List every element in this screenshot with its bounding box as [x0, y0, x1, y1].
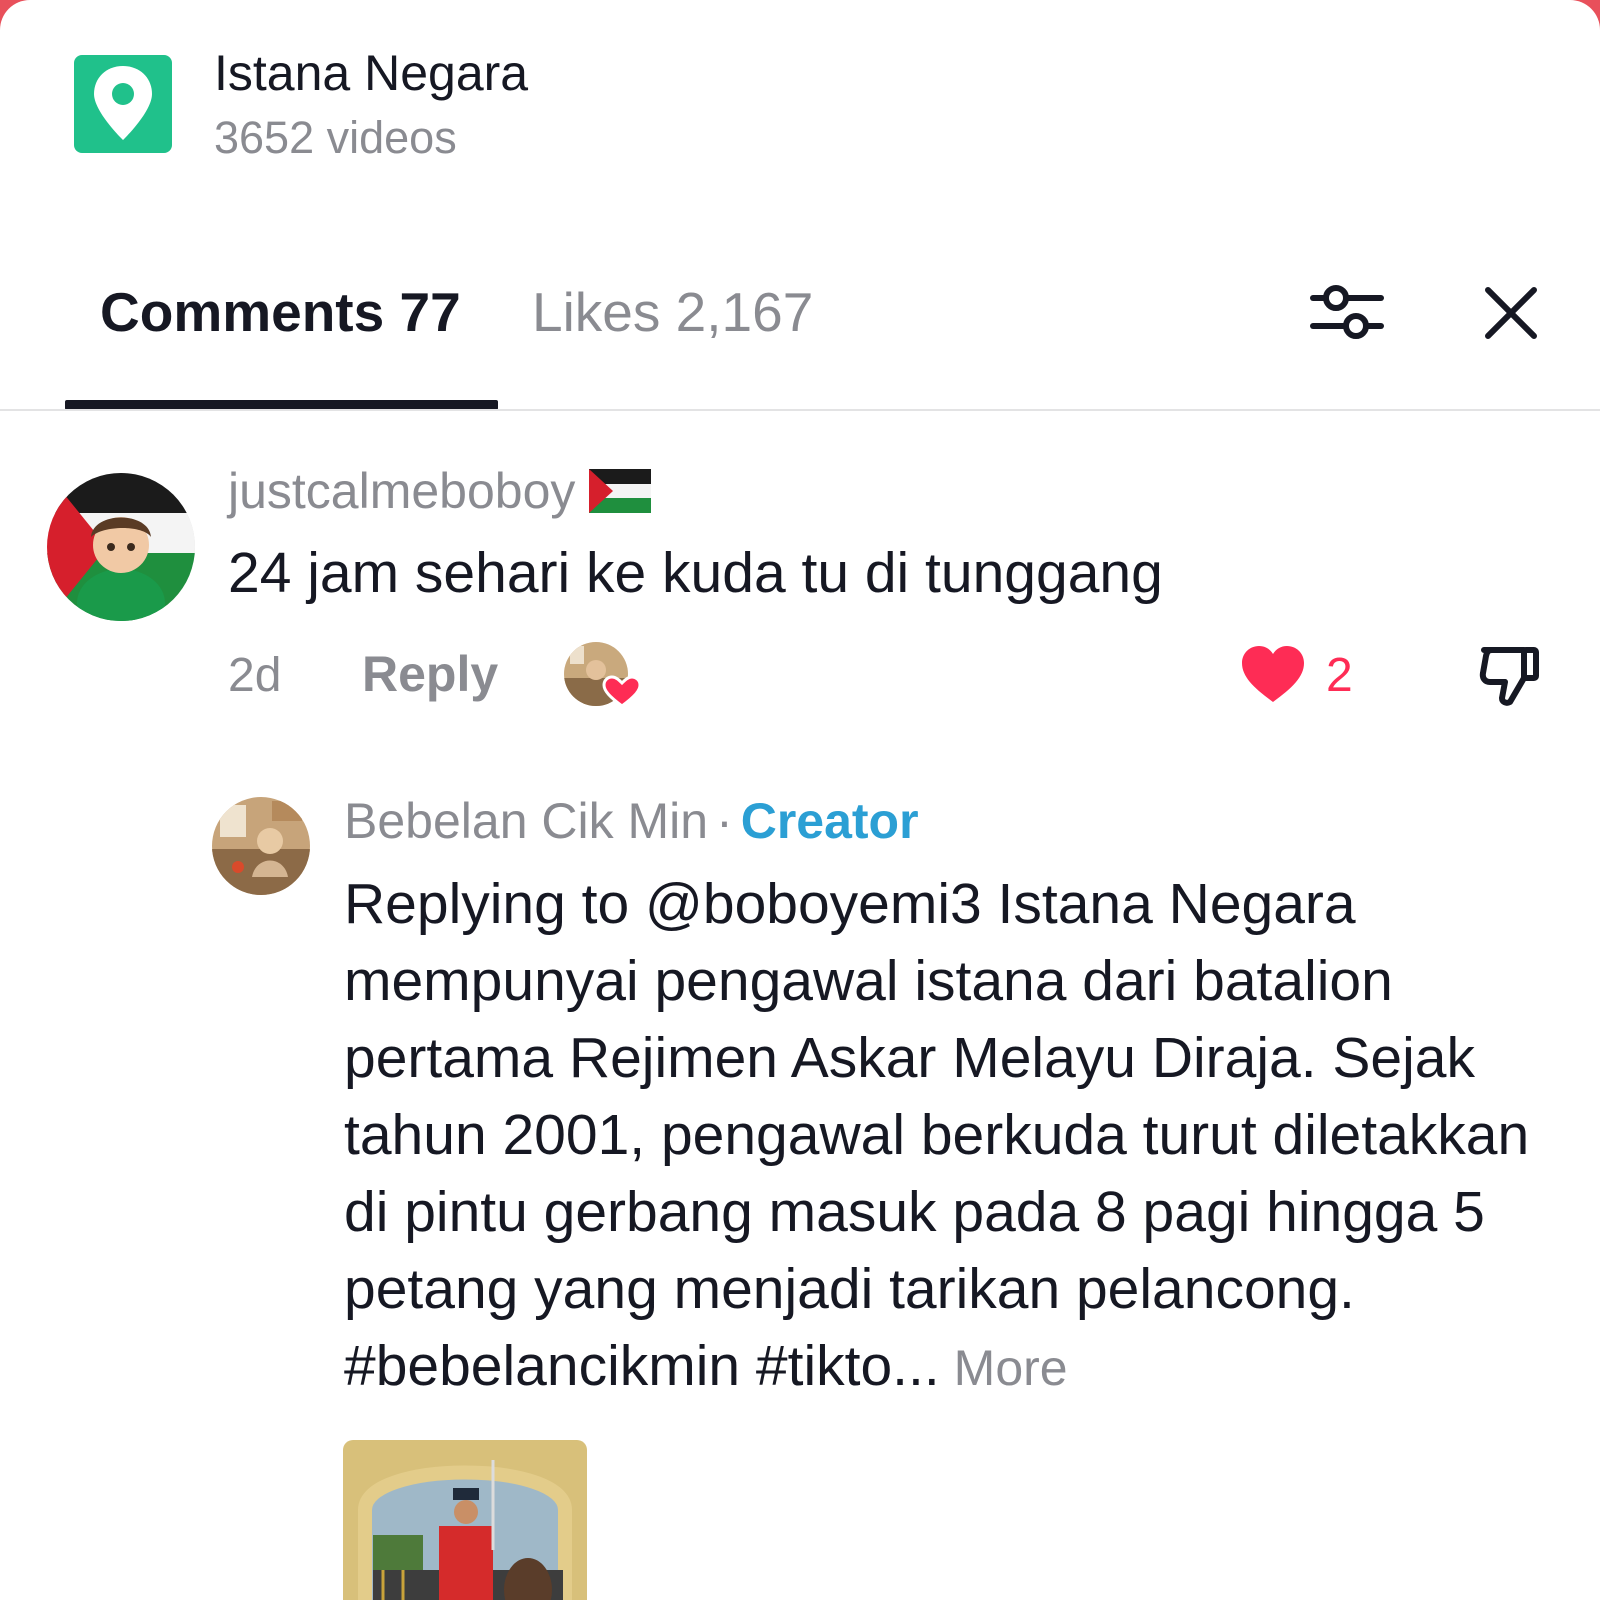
filter-sliders-icon[interactable] [1310, 283, 1384, 343]
location-title[interactable]: Istana Negara [214, 44, 528, 102]
more-link[interactable]: More [954, 1340, 1068, 1396]
location-video-count: 3652 videos [214, 112, 457, 163]
creator-label: Creator [740, 793, 919, 849]
like-count: 2 [1326, 649, 1353, 702]
location-pin-icon [94, 66, 152, 140]
reply-button[interactable]: Reply [362, 645, 498, 703]
reply-text: Replying to @boboyemi3 Istana Negara mem… [344, 872, 1530, 1398]
comment-username[interactable]: justcalmeboboy [228, 462, 652, 520]
comment-timestamp: 2d [228, 649, 282, 702]
dislike-icon[interactable] [1478, 642, 1542, 708]
tab-comments[interactable]: Comments 77 [100, 280, 461, 344]
close-icon[interactable] [1483, 285, 1539, 341]
heart-icon[interactable] [1240, 644, 1306, 704]
location-badge[interactable] [74, 55, 172, 153]
creator-username-line[interactable]: Bebelan Cik Min · Creator [344, 792, 919, 850]
avatar[interactable] [47, 473, 195, 621]
divider [0, 409, 1600, 411]
palestine-flag-icon [589, 469, 652, 513]
tab-likes[interactable]: Likes 2,167 [532, 280, 813, 344]
comment-text: 24 jam sehari ke kuda tu di tunggang [228, 541, 1163, 605]
liked-by-creator-badge [564, 642, 642, 708]
comments-sheet: Istana Negara 3652 videos Comments 77 Li… [0, 0, 1600, 1600]
video-thumbnail[interactable] [343, 1440, 587, 1600]
creator-avatar[interactable] [212, 797, 310, 895]
